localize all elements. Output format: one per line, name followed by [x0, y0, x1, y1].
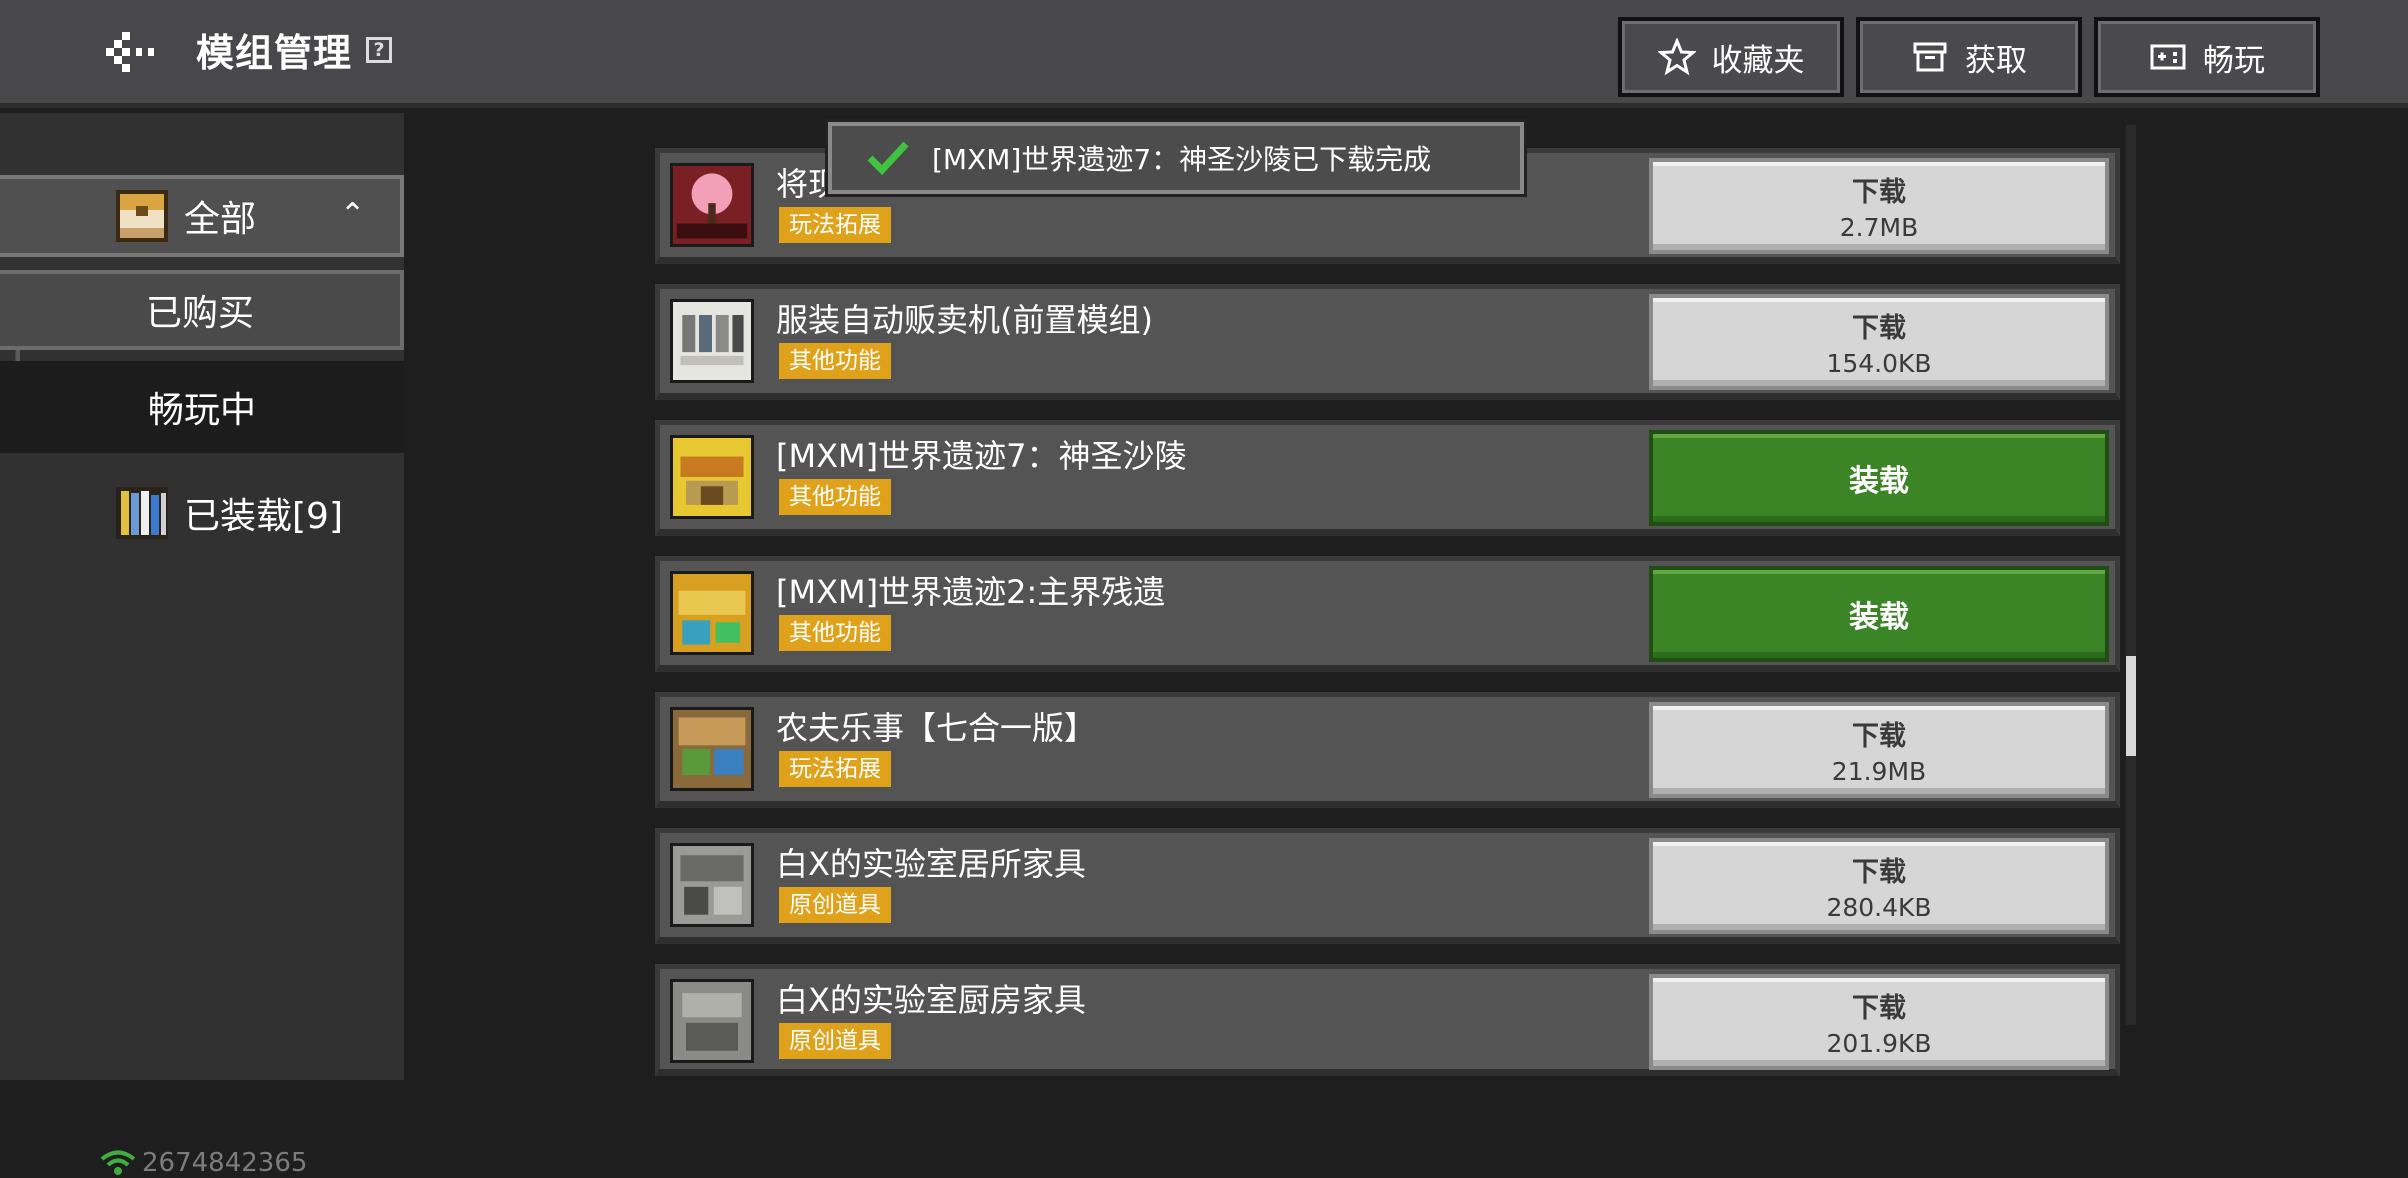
mod-category-tag: 玩法拓展: [779, 207, 891, 243]
help-icon[interactable]: ?: [366, 37, 392, 63]
back-arrow-icon[interactable]: [104, 26, 160, 76]
play-button[interactable]: 畅玩: [2094, 17, 2320, 97]
download-button[interactable]: 下载 2.7MB: [1649, 158, 2109, 254]
top-bar: 模组管理 ? 收藏夹 获取 畅玩: [0, 0, 2408, 108]
download-complete-toast: [MXM]世界遗迹7：神圣沙陵已下载完成: [828, 122, 1524, 194]
mod-category-tag: 其他功能: [779, 615, 891, 651]
mod-category-tag: 玩法拓展: [779, 751, 891, 787]
mod-row: 白X的实验室居所家具 原创道具 下载 280.4KB: [655, 828, 2120, 944]
mod-name: 农夫乐事【七合一版】: [776, 709, 1097, 747]
mod-name: 白X的实验室居所家具: [776, 845, 1086, 883]
favorites-label: 收藏夹: [1711, 42, 1805, 79]
mod-thumbnail: [670, 571, 754, 655]
toast-message: [MXM]世界遗迹7：神圣沙陵已下载完成: [932, 143, 1432, 176]
download-size: 2.7MB: [1839, 213, 1919, 242]
favorites-button[interactable]: 收藏夹: [1618, 17, 1844, 97]
list-scrollbar-thumb[interactable]: [2126, 656, 2136, 756]
mod-thumbnail: [670, 979, 754, 1063]
mod-name: [MXM]世界遗迹7：神圣沙陵: [776, 437, 1187, 475]
mod-thumbnail: [670, 843, 754, 927]
mod-thumbnail: [670, 163, 754, 247]
mod-category-tag: 原创道具: [779, 1023, 891, 1059]
sidebar-item-loaded[interactable]: 已装载[9]: [0, 469, 404, 557]
sidebar-item-bought-label: 已购买: [145, 293, 254, 334]
mod-row: 服装自动贩卖机(前置模组) 其他功能 下载 154.0KB: [655, 284, 2120, 400]
network-id: 2674842365: [142, 1148, 308, 1178]
load-button[interactable]: 装载: [1649, 566, 2109, 662]
sidebar-item-bought[interactable]: 已购买: [0, 270, 404, 350]
download-label: 下载: [1852, 721, 1906, 752]
list-scrollbar[interactable]: [2126, 125, 2136, 1025]
load-label: 装载: [1849, 600, 1909, 635]
mod-row: [MXM]世界遗迹7：神圣沙陵 其他功能 装载: [655, 420, 2120, 536]
sidebar-item-loaded-label: 已装载[9]: [184, 496, 343, 537]
sidebar-item-all[interactable]: 全部 ⌃: [0, 175, 404, 257]
sidebar-item-all-label: 全部: [184, 199, 257, 240]
download-size: 21.9MB: [1831, 757, 1927, 786]
download-label: 下载: [1852, 313, 1906, 344]
wifi-icon: [100, 1150, 136, 1175]
chest-icon: [1913, 42, 1947, 72]
mod-thumbnail: [670, 299, 754, 383]
star-icon: [1657, 38, 1696, 76]
mod-list: 将现 玩法拓展 下载 2.7MB 服装自动贩卖机(前置模组) 其他功能 下载 1…: [404, 113, 2408, 1080]
page-title: 模组管理: [196, 31, 353, 75]
chevron-up-icon[interactable]: ⌃: [340, 197, 365, 232]
mod-row: [MXM]世界遗迹2:主界残遗 其他功能 装载: [655, 556, 2120, 672]
bookshelf-icon: [116, 487, 168, 539]
download-size: 280.4KB: [1826, 893, 1932, 922]
download-label: 下载: [1852, 857, 1906, 888]
sidebar: 全部 ⌃ 已购买 畅玩中 已装载[9] 2674842365: [0, 113, 404, 1178]
mod-thumbnail: [670, 707, 754, 791]
get-label: 获取: [1965, 42, 2027, 79]
download-button[interactable]: 下载 21.9MB: [1649, 702, 2109, 798]
mod-thumbnail: [670, 435, 754, 519]
mod-category-tag: 其他功能: [779, 343, 891, 379]
mod-category-tag: 其他功能: [779, 479, 891, 515]
download-size: 201.9KB: [1826, 1029, 1932, 1058]
sidebar-item-playing-label: 畅玩中: [147, 390, 256, 431]
mod-name: 服装自动贩卖机(前置模组): [776, 301, 1153, 339]
mod-category-tag: 原创道具: [779, 887, 891, 923]
chest-all-icon: [116, 190, 168, 242]
load-label: 装载: [1849, 464, 1909, 499]
mod-name: 白X的实验室厨房家具: [776, 981, 1086, 1019]
load-button[interactable]: 装载: [1649, 430, 2109, 526]
download-label: 下载: [1852, 993, 1906, 1024]
mod-row: 农夫乐事【七合一版】 玩法拓展 下载 21.9MB: [655, 692, 2120, 808]
download-button[interactable]: 下载 280.4KB: [1649, 838, 2109, 934]
network-status: 2674842365: [100, 1148, 307, 1178]
sidebar-item-playing[interactable]: 畅玩中: [0, 361, 404, 453]
mod-name: [MXM]世界遗迹2:主界残遗: [776, 573, 1166, 611]
play-label: 畅玩: [2203, 42, 2265, 79]
download-button[interactable]: 下载 154.0KB: [1649, 294, 2109, 390]
checkmark-icon: [867, 141, 909, 176]
gamepad-icon: [2150, 44, 2186, 70]
download-label: 下载: [1852, 177, 1906, 208]
mod-row: 白X的实验室厨房家具 原创道具 下载 201.9KB: [655, 964, 2120, 1076]
download-size: 154.0KB: [1826, 349, 1932, 378]
get-button[interactable]: 获取: [1856, 17, 2082, 97]
download-button[interactable]: 下载 201.9KB: [1649, 974, 2109, 1070]
